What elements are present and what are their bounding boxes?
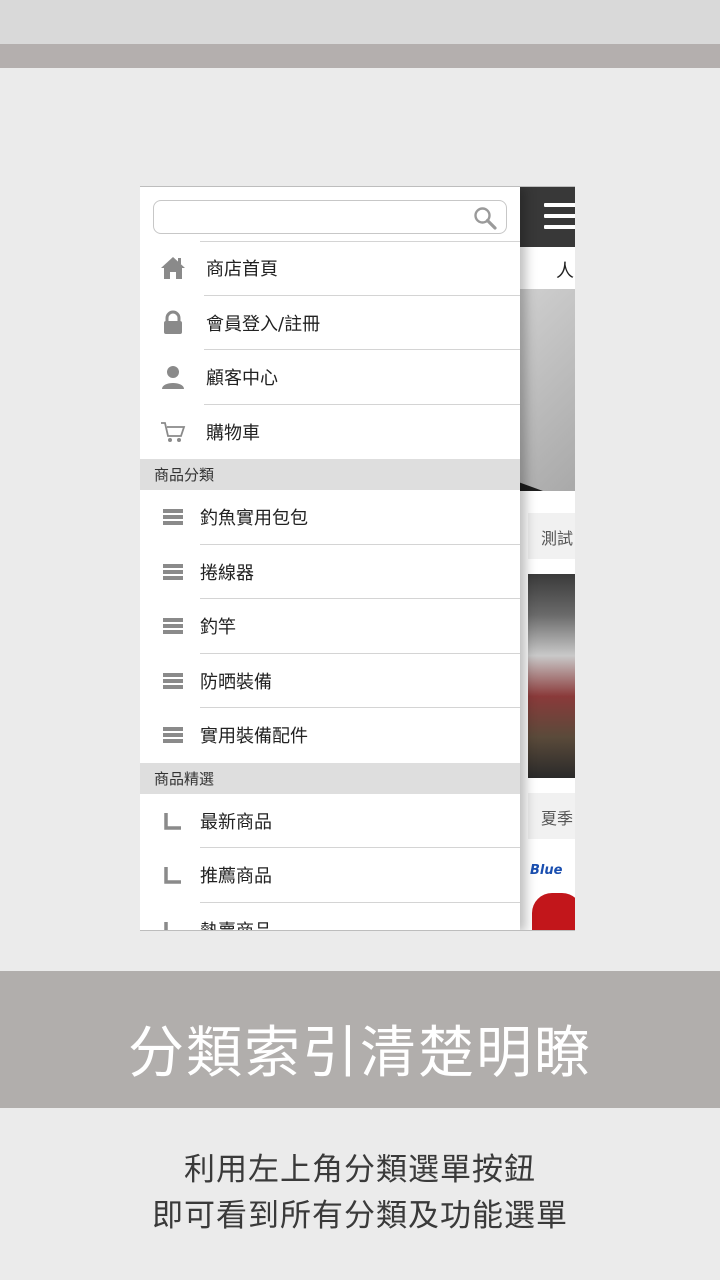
caption-line-1: 利用左上角分類選單按鈕 [184,1152,536,1188]
section-title: 測試 [528,513,575,559]
section-header-featured: 商品精選 [140,762,520,794]
featured-item[interactable]: 最新商品 [140,794,520,848]
category-label: 防晒裝備 [200,671,272,693]
featured-item[interactable]: 推薦商品 [140,848,520,903]
menu-item-label: 購物車 [206,422,260,444]
menu-item-store-home[interactable]: 商店首頁 [140,241,520,296]
corner-icon [160,862,186,888]
category-item[interactable]: 實用裝備配件 [140,708,520,763]
menu-item-label: 商店首頁 [206,259,278,281]
divider [200,241,520,242]
product-image[interactable]: Blue [528,853,575,930]
cart-icon [160,419,186,445]
section-title: 夏季 [528,793,575,839]
category-item[interactable]: 釣竿 [140,599,520,654]
main-topbar [520,187,575,247]
category-label: 釣竿 [200,617,236,639]
lock-icon [160,310,186,336]
section-header-categories: 商品分類 [140,459,520,490]
main-sub-text: 人 [556,261,574,282]
category-label: 釣魚實用包包 [200,508,308,530]
featured-label: 推薦商品 [200,866,272,888]
list-icon [160,668,186,694]
search-bar [140,187,520,241]
list-icon [160,504,186,530]
search-box [153,200,507,234]
menu-item-cart[interactable]: 購物車 [140,405,520,460]
side-drawer: 商店首頁 會員登入/註冊 顧客中心 購物車 商品分類 釣魚實用包包 捲線器 釣竿… [140,187,520,930]
caption-line-2: 即可看到所有分類及功能選單 [152,1198,568,1234]
hamburger-menu-icon[interactable] [544,203,575,229]
top-strip [0,0,720,44]
phone-screen: 人 測試 夏季 Blue 商店首頁 會員登入/註冊 顧客中心 購物車 商品分類 … [140,186,575,931]
category-label: 捲線器 [200,562,254,584]
category-item[interactable]: 釣魚實用包包 [140,490,520,545]
user-icon [160,364,186,390]
list-icon [160,613,186,639]
cap-image [532,893,575,930]
category-item[interactable]: 捲線器 [140,545,520,599]
hero-banner[interactable] [520,289,575,491]
corner-icon [160,917,186,930]
search-input[interactable] [154,201,454,233]
top-strip-dark [0,44,720,68]
product-image[interactable] [528,574,575,778]
featured-label: 熱賣商品 [200,917,272,930]
menu-item-label: 顧客中心 [206,368,278,390]
category-label: 實用裝備配件 [200,726,308,748]
search-icon[interactable] [472,205,498,231]
category-item[interactable]: 防晒裝備 [140,654,520,708]
featured-item[interactable]: 熱賣商品 [140,903,520,930]
brand-logo: Blue [530,863,563,878]
menu-item-label: 會員登入/註冊 [206,313,321,335]
fishing-rod-image [520,479,575,491]
home-icon [160,255,186,281]
menu-item-customer-center[interactable]: 顧客中心 [140,350,520,405]
list-icon [160,559,186,585]
main-page: 人 測試 夏季 Blue [520,187,575,930]
caption-headline: 分類索引清楚明瞭 [128,1021,592,1086]
menu-item-member-login[interactable]: 會員登入/註冊 [140,296,520,350]
list-icon [160,722,186,748]
featured-label: 最新商品 [200,811,272,833]
corner-icon [160,808,186,834]
